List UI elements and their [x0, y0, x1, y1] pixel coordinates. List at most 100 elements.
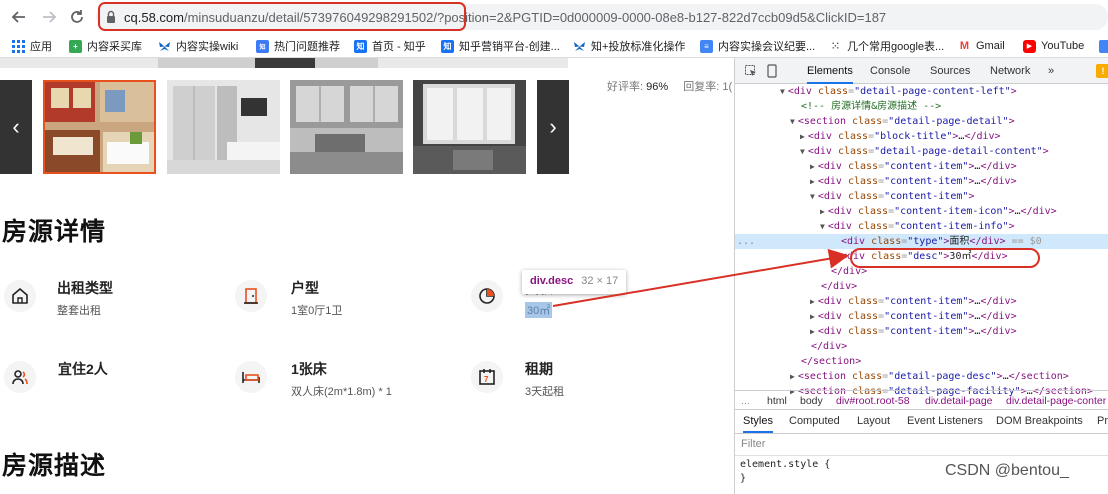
expand-toggle-icon[interactable]: ▶	[810, 312, 815, 321]
dom-node-line[interactable]: ▶ <div class="content-item">…</div>	[735, 174, 1108, 189]
dom-node-line[interactable]: </section>	[735, 354, 1108, 369]
bookmark-google-sheets[interactable]: ⁙ 几个常用google表...	[829, 37, 944, 55]
bookmark-label: 内容实操wiki	[176, 41, 239, 53]
bookmark-meeting-notes[interactable]: ≡ 内容实操会议纪要...	[700, 37, 815, 55]
bookmark-zhi-plus[interactable]: 知+投放标准化操作	[573, 37, 685, 55]
breadcrumb-item[interactable]: div.detail-page	[925, 395, 993, 407]
warning-badge[interactable]: !	[1096, 64, 1108, 78]
dom-node-line[interactable]: </div>	[735, 339, 1108, 354]
expand-toggle-icon[interactable]: ▶	[800, 132, 805, 141]
gallery-thumb-1[interactable]	[43, 80, 156, 174]
bookmark-zhihu-home[interactable]: 知 首页 - 知乎	[354, 37, 426, 55]
dom-node-line[interactable]: ... <div class="type">面积</div> == $0	[735, 234, 1108, 249]
tab-elements[interactable]: Elements	[807, 65, 853, 84]
content-item-rental-period: 7 租期 3天起租	[471, 359, 671, 399]
calendar-icon: 7	[471, 361, 503, 393]
back-button[interactable]	[8, 6, 30, 28]
reload-button[interactable]	[66, 6, 88, 28]
expand-toggle-icon[interactable]: ▼	[810, 192, 815, 201]
dom-node-line[interactable]: ▼ <section class="detail-page-detail">	[735, 114, 1108, 129]
tab-computed[interactable]: Computed	[789, 415, 840, 427]
dom-node-line[interactable]: ▶ <div class="content-item-icon">…</div>	[735, 204, 1108, 219]
tab-layout[interactable]: Layout	[857, 415, 890, 427]
breadcrumb-item[interactable]: html	[767, 395, 787, 407]
dom-breadcrumb: ... html body div#root.root-58 div.detai…	[735, 390, 1108, 410]
tab-console[interactable]: Console	[870, 65, 910, 77]
content-item-beds: 1张床 双人床(2m*1.8m) * 1	[235, 359, 435, 399]
device-toggle-icon[interactable]	[766, 64, 778, 78]
tab-event-listeners[interactable]: Event Listeners	[907, 415, 983, 427]
tab-properties[interactable]: Pr	[1097, 415, 1108, 427]
expand-toggle-icon[interactable]: ▶	[810, 297, 815, 306]
dom-node-line[interactable]: <div class="desc">30㎡</div>	[735, 249, 1108, 264]
bookmark-wiki[interactable]: 内容实操wiki	[158, 37, 238, 55]
bookmark-content-library[interactable]: + 内容采买库	[69, 37, 142, 55]
chevron-right-icon: ›	[549, 114, 557, 139]
dom-node-line[interactable]: ▼ <div class="detail-page-detail-content"…	[735, 144, 1108, 159]
devtools-panel: Elements Console Sources Network » ! ▼ <d…	[734, 58, 1108, 494]
tab-sources[interactable]: Sources	[930, 65, 970, 77]
bookmark-apps[interactable]: 应用	[12, 37, 52, 55]
dom-node-line[interactable]: </div>	[735, 279, 1108, 294]
house-icon	[4, 280, 36, 312]
dom-node-markup: </div>	[821, 281, 858, 292]
breadcrumb-item[interactable]: div#root.root-58	[836, 395, 910, 407]
lock-icon[interactable]	[106, 10, 116, 24]
gallery-thumb-2[interactable]	[167, 80, 280, 174]
bookmark-zhihu-marketing[interactable]: 知 知乎营销平台-创建...	[441, 37, 560, 55]
zhihu-icon: 知	[354, 39, 367, 53]
item-desc: 双人床(2m*1.8m) * 1	[291, 386, 392, 398]
gallery-thumb-4[interactable]	[413, 80, 526, 174]
dom-node-line[interactable]: </div>	[735, 264, 1108, 279]
dom-node-line[interactable]: <!-- 房源详情&房源描述 -->	[735, 99, 1108, 114]
bookmark-gmail[interactable]: M Gmail	[958, 37, 1005, 55]
styles-filter[interactable]: Filter	[735, 434, 1108, 456]
url-text[interactable]: cq.58.com/minsuduanzu/detail/57397604929…	[124, 10, 886, 25]
dom-line-menu[interactable]: ...	[737, 234, 755, 249]
breadcrumb-item[interactable]: div.detail-page-conter	[1006, 395, 1106, 407]
gallery-thumb-3[interactable]	[290, 80, 403, 174]
chevron-left-icon: ‹	[12, 114, 20, 139]
tab-dom-breakpoints[interactable]: DOM Breakpoints	[996, 415, 1083, 427]
dom-node-line[interactable]: ▼ <div class="content-item">	[735, 189, 1108, 204]
bookmark-overflow[interactable]	[1099, 37, 1108, 55]
filter-input[interactable]: Filter	[741, 438, 765, 450]
dom-node-line[interactable]: ▼ <div class="content-item-info">	[735, 219, 1108, 234]
breadcrumb-item[interactable]: body	[800, 395, 823, 407]
expand-toggle-icon[interactable]: ▶	[810, 162, 815, 171]
tab-overflow[interactable]: »	[1048, 65, 1054, 77]
item-type: 户型	[291, 280, 319, 296]
dom-node-line[interactable]: ▶ <div class="content-item">…</div>	[735, 324, 1108, 339]
tab-styles[interactable]: Styles	[743, 415, 773, 433]
expand-toggle-icon[interactable]: ▶	[810, 177, 815, 186]
dots-grid-icon: ⁙	[831, 40, 840, 52]
dom-node-line[interactable]: ▶ <div class="content-item">…</div>	[735, 309, 1108, 324]
forward-button[interactable]	[38, 6, 60, 28]
dom-node-line[interactable]: ▶ <div class="content-item">…</div>	[735, 159, 1108, 174]
address-bar[interactable]: cq.58.com/minsuduanzu/detail/57397604929…	[96, 4, 1108, 30]
expand-toggle-icon[interactable]: ▶	[810, 327, 815, 336]
tooltip-size: 32 × 17	[581, 275, 619, 287]
dom-node-markup: <div class="type">面积</div>	[841, 236, 1006, 247]
dom-node-line[interactable]: ▼ <div class="detail-page-content-left">	[735, 84, 1108, 99]
bookmark-hot-questions[interactable]: 知 热门问题推荐	[256, 37, 340, 55]
dom-node-line[interactable]: ▶ <div class="block-title">…</div>	[735, 129, 1108, 144]
rating-summary: 好评率: 96% 回复率: 1(	[607, 78, 732, 94]
gallery-next-button[interactable]: ›	[537, 80, 569, 174]
dom-node-markup: <div class="content-item">	[817, 191, 975, 202]
gallery-prev-button[interactable]: ‹	[0, 80, 32, 174]
expand-toggle-icon[interactable]: ▼	[820, 222, 825, 231]
expand-toggle-icon[interactable]: ▼	[790, 117, 795, 126]
room-photo	[290, 80, 403, 174]
dom-node-line[interactable]: ▶ <section class="detail-page-desc">…</se…	[735, 369, 1108, 384]
inspect-element-icon[interactable]	[745, 65, 757, 77]
tab-network[interactable]: Network	[990, 65, 1030, 77]
breadcrumb-item[interactable]: ...	[741, 395, 750, 407]
url-host: cq.58.com	[124, 10, 184, 25]
expand-toggle-icon[interactable]: ▶	[790, 372, 795, 381]
expand-toggle-icon[interactable]: ▼	[800, 147, 805, 156]
expand-toggle-icon[interactable]: ▼	[780, 87, 785, 96]
expand-toggle-icon[interactable]: ▶	[820, 207, 825, 216]
dom-node-line[interactable]: ▶ <div class="content-item">…</div>	[735, 294, 1108, 309]
bookmark-youtube[interactable]: ▶ YouTube	[1023, 37, 1084, 55]
